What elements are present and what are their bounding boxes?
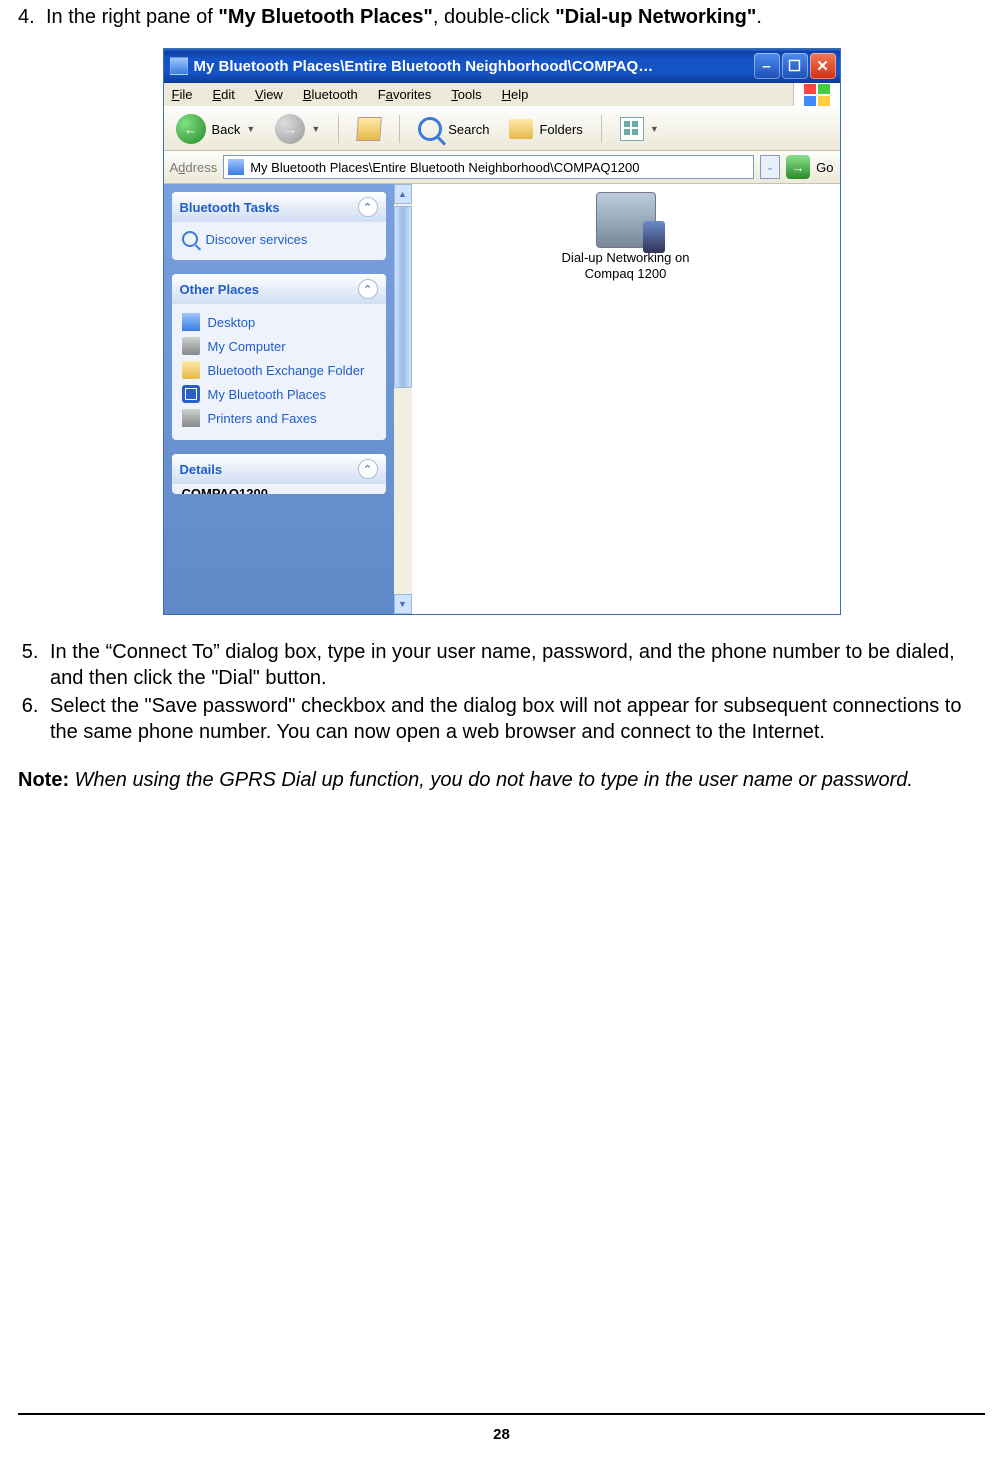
dialup-service-icon	[596, 192, 656, 248]
menu-favorites[interactable]: Favorites	[378, 87, 431, 102]
menu-edit[interactable]: Edit	[212, 87, 234, 102]
address-bar: Address My Bluetooth Places\Entire Bluet…	[164, 151, 840, 184]
content-pane[interactable]: Dial-up Networking on Compaq 1200	[412, 184, 840, 614]
window-body: Bluetooth Tasks ⌃ Discover services	[164, 184, 840, 614]
bluetooth-tasks-panel: Bluetooth Tasks ⌃ Discover services	[172, 192, 386, 260]
forward-icon: →	[275, 114, 305, 144]
search-label: Search	[448, 122, 489, 137]
service-label: Dial-up Networking on Compaq 1200	[536, 250, 716, 281]
address-label: Address	[170, 160, 218, 175]
search-button[interactable]: Search	[412, 115, 495, 143]
menu-bar: File Edit View Bluetooth Favorites Tools…	[164, 83, 840, 107]
my-computer-link[interactable]: My Computer	[182, 334, 376, 358]
window-icon	[170, 57, 188, 75]
address-input[interactable]: My Bluetooth Places\Entire Bluetooth Nei…	[223, 155, 754, 179]
menu-file[interactable]: File	[172, 87, 193, 102]
go-label: Go	[816, 160, 833, 175]
sidebar-scrollbar[interactable]: ▲ ▼	[394, 184, 412, 614]
bluetooth-tasks-header[interactable]: Bluetooth Tasks ⌃	[172, 192, 386, 222]
footer-rule	[18, 1413, 985, 1415]
collapse-icon[interactable]: ⌃	[358, 279, 378, 299]
close-button[interactable]: ✕	[810, 53, 836, 79]
address-value: My Bluetooth Places\Entire Bluetooth Nei…	[250, 160, 639, 175]
back-button[interactable]: ← Back ▼	[170, 112, 262, 146]
chevron-down-icon[interactable]: ▼	[246, 124, 255, 134]
chevron-down-icon[interactable]: ▼	[311, 124, 320, 134]
page-number: 28	[0, 1426, 1003, 1443]
computer-icon	[182, 337, 200, 355]
folders-icon	[509, 119, 533, 139]
printers-faxes-link[interactable]: Printers and Faxes	[182, 406, 376, 430]
folder-up-icon	[356, 117, 382, 141]
search-icon	[182, 231, 198, 247]
collapse-icon[interactable]: ⌃	[358, 197, 378, 217]
menu-bluetooth[interactable]: Bluetooth	[303, 87, 358, 102]
navigation-toolbar: ← Back ▼ → ▼ Search	[164, 107, 840, 151]
explorer-window: My Bluetooth Places\Entire Bluetooth Nei…	[163, 48, 841, 615]
folders-label: Folders	[539, 122, 582, 137]
views-icon	[620, 117, 644, 141]
go-button[interactable]: →	[786, 155, 810, 179]
details-device-name: COMPAQ1200	[182, 486, 268, 494]
step-5-text: In the “Connect To” dialog box, type in …	[44, 639, 985, 691]
discover-services-link[interactable]: Discover services	[182, 228, 376, 250]
step-4-text: 4.In the right pane of "My Bluetooth Pla…	[18, 4, 985, 30]
back-label: Back	[212, 122, 241, 137]
scroll-thumb[interactable]	[394, 206, 412, 388]
details-header[interactable]: Details ⌃	[172, 454, 386, 484]
my-bluetooth-places-link[interactable]: My Bluetooth Places	[182, 382, 376, 406]
other-places-panel: Other Places ⌃ Desktop My Computer	[172, 274, 386, 440]
desktop-link[interactable]: Desktop	[182, 310, 376, 334]
location-icon	[228, 159, 244, 175]
toolbar-separator	[601, 115, 602, 143]
scroll-down-icon[interactable]: ▼	[394, 594, 412, 614]
menu-view[interactable]: View	[255, 87, 283, 102]
window-title: My Bluetooth Places\Entire Bluetooth Nei…	[194, 58, 752, 75]
forward-button[interactable]: → ▼	[269, 112, 326, 146]
up-button[interactable]	[351, 115, 387, 143]
chevron-down-icon[interactable]: ▼	[650, 124, 659, 134]
tasks-sidebar: Bluetooth Tasks ⌃ Discover services	[164, 184, 394, 614]
bluetooth-icon	[182, 385, 200, 403]
windows-flag-icon	[793, 83, 840, 106]
dialup-networking-item[interactable]: Dial-up Networking on Compaq 1200	[536, 192, 716, 281]
desktop-icon	[182, 313, 200, 331]
note-paragraph: Note: When using the GPRS Dial up functi…	[18, 767, 985, 793]
toolbar-separator	[399, 115, 400, 143]
bt-exchange-folder-link[interactable]: Bluetooth Exchange Folder	[182, 358, 376, 382]
address-dropdown[interactable]: ⌄	[760, 155, 780, 179]
collapse-icon[interactable]: ⌃	[358, 459, 378, 479]
back-icon: ←	[176, 114, 206, 144]
folder-icon	[182, 361, 200, 379]
maximize-button[interactable]: ☐	[782, 53, 808, 79]
other-places-header[interactable]: Other Places ⌃	[172, 274, 386, 304]
search-icon	[418, 117, 442, 141]
scroll-up-icon[interactable]: ▲	[394, 184, 412, 204]
instruction-list: In the “Connect To” dialog box, type in …	[26, 639, 985, 745]
views-button[interactable]: ▼	[614, 115, 665, 143]
minimize-button[interactable]: –	[754, 53, 780, 79]
toolbar-separator	[338, 115, 339, 143]
step-6-text: Select the "Save password" checkbox and …	[44, 693, 985, 745]
details-panel: Details ⌃ COMPAQ1200	[172, 454, 386, 494]
folders-button[interactable]: Folders	[503, 117, 588, 141]
title-bar[interactable]: My Bluetooth Places\Entire Bluetooth Nei…	[164, 49, 840, 83]
printer-icon	[182, 409, 200, 427]
menu-tools[interactable]: Tools	[451, 87, 481, 102]
menu-help[interactable]: Help	[502, 87, 529, 102]
